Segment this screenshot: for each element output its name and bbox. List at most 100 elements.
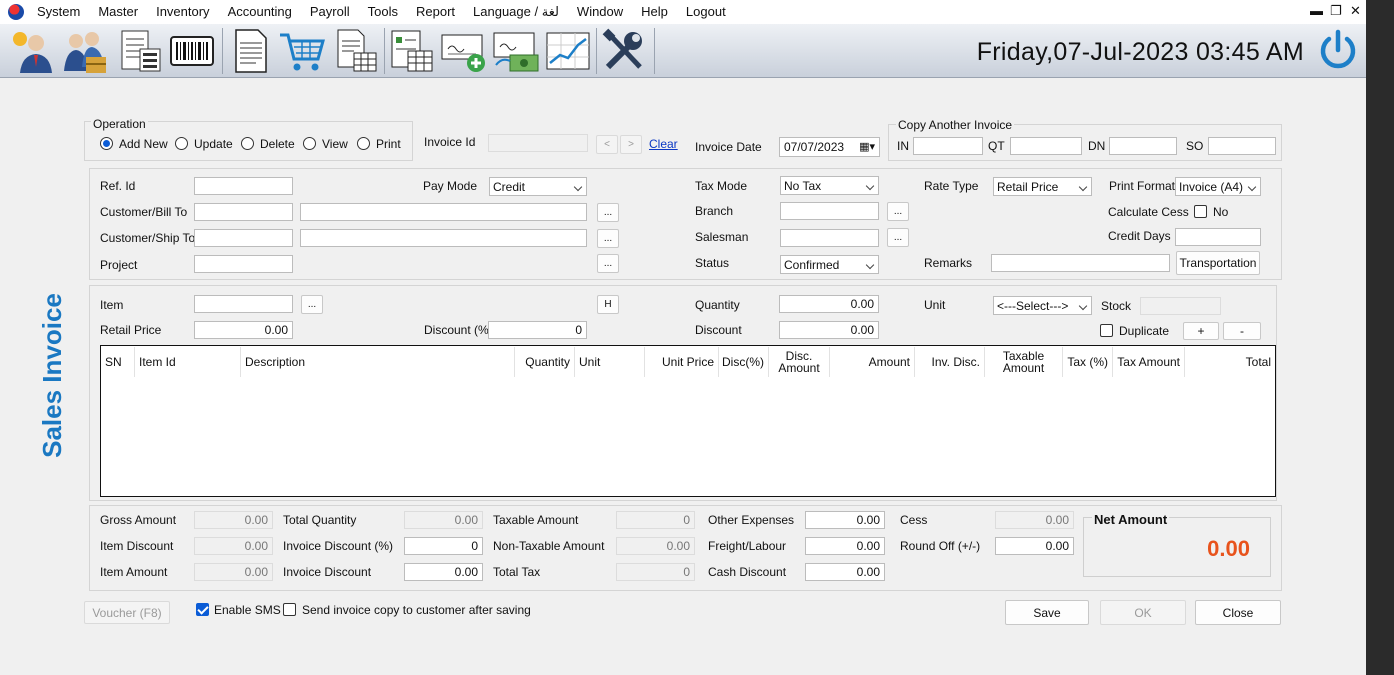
status-select[interactable]: Confirmed	[780, 255, 879, 274]
customer-bill-id-field[interactable]	[194, 203, 293, 221]
unit-select[interactable]: <---Select--->	[993, 296, 1092, 315]
col-tax-amount[interactable]: Tax Amount	[1113, 347, 1185, 377]
customer-bill-lookup-button[interactable]: ...	[597, 203, 619, 222]
quantity-field[interactable]: 0.00	[779, 295, 879, 313]
col-tax-pct[interactable]: Tax (%)	[1063, 347, 1113, 377]
menu-language[interactable]: Language / لغة	[464, 0, 568, 24]
customer-ship-name-field[interactable]	[300, 229, 587, 247]
calculate-cess-checkbox[interactable]	[1194, 205, 1207, 218]
next-invoice-button[interactable]: >	[620, 135, 642, 154]
pay-mode-select[interactable]: Credit	[489, 177, 587, 196]
invoice-discount-field[interactable]: 0.00	[404, 563, 483, 581]
radio-delete[interactable]	[241, 137, 254, 150]
menu-logout[interactable]: Logout	[677, 0, 735, 24]
menu-inventory[interactable]: Inventory	[147, 0, 218, 24]
voucher-button[interactable]: Voucher (F8)	[84, 601, 170, 624]
menu-master[interactable]: Master	[89, 0, 147, 24]
menu-window[interactable]: Window	[568, 0, 632, 24]
supplier-icon[interactable]	[62, 27, 110, 75]
menu-accounting[interactable]: Accounting	[219, 0, 301, 24]
round-off-field[interactable]: 0.00	[995, 537, 1074, 555]
copy-in-field[interactable]	[913, 137, 983, 155]
project-field[interactable]	[194, 255, 293, 273]
menu-report[interactable]: Report	[407, 0, 464, 24]
remove-row-button[interactable]: -	[1223, 322, 1261, 340]
customer-bill-name-field[interactable]	[300, 203, 587, 221]
invoice-discount-pct-field[interactable]: 0	[404, 537, 483, 555]
menu-tools[interactable]: Tools	[359, 0, 407, 24]
tax-mode-select[interactable]: No Tax	[780, 176, 879, 195]
app-logo-icon[interactable]	[8, 4, 24, 20]
copy-qt-field[interactable]	[1010, 137, 1082, 155]
product-list-icon[interactable]	[116, 27, 164, 75]
radio-view[interactable]	[303, 137, 316, 150]
items-grid[interactable]: SN Item Id Description Quantity Unit Uni…	[100, 345, 1276, 497]
col-disc-amount[interactable]: Disc. Amount	[769, 347, 830, 377]
col-amount[interactable]: Amount	[830, 347, 915, 377]
customer-ship-id-field[interactable]	[194, 229, 293, 247]
transportation-button[interactable]: Transportation	[1176, 251, 1260, 275]
menu-payroll[interactable]: Payroll	[301, 0, 359, 24]
enable-sms-checkbox[interactable]	[196, 603, 209, 616]
prev-invoice-button[interactable]: <	[596, 135, 618, 154]
col-inv-disc[interactable]: Inv. Disc.	[915, 347, 985, 377]
radio-update[interactable]	[175, 137, 188, 150]
power-icon[interactable]	[1316, 28, 1360, 72]
ref-id-field[interactable]	[194, 177, 293, 195]
close-icon[interactable]: ✕	[1350, 3, 1361, 19]
menu-system[interactable]: System	[28, 0, 89, 24]
cash-discount-field[interactable]: 0.00	[805, 563, 885, 581]
remarks-field[interactable]	[991, 254, 1170, 272]
cheque-add-icon[interactable]	[440, 27, 488, 75]
col-item-id[interactable]: Item Id	[135, 347, 241, 377]
duplicate-checkbox[interactable]	[1100, 324, 1113, 337]
radio-add-new[interactable]	[100, 137, 113, 150]
copy-so-field[interactable]	[1208, 137, 1276, 155]
item-field[interactable]	[194, 295, 293, 313]
freight-labour-field[interactable]: 0.00	[805, 537, 885, 555]
branch-lookup-button[interactable]: ...	[887, 202, 909, 221]
h-button[interactable]: H	[597, 295, 619, 314]
col-unit-price[interactable]: Unit Price	[645, 347, 719, 377]
branch-field[interactable]	[780, 202, 879, 220]
clear-link[interactable]: Clear	[649, 137, 678, 151]
invoice-id-field[interactable]	[488, 134, 588, 152]
col-description[interactable]: Description	[241, 347, 515, 377]
discount-field[interactable]: 0.00	[779, 321, 879, 339]
invoice-date-field[interactable]: 07/07/2023 ▦▾	[779, 137, 880, 157]
col-quantity[interactable]: Quantity	[515, 347, 575, 377]
credit-days-field[interactable]	[1175, 228, 1261, 246]
calendar-icon[interactable]: ▦▾	[859, 140, 875, 153]
discount-pct-field[interactable]: 0	[488, 321, 587, 339]
tools-icon[interactable]	[600, 27, 648, 75]
close-button[interactable]: Close	[1195, 600, 1281, 625]
col-sn[interactable]: SN	[101, 347, 135, 377]
minimize-icon[interactable]: ▬	[1310, 3, 1323, 18]
item-lookup-button[interactable]: ...	[301, 295, 323, 314]
invoice-table-icon[interactable]	[332, 27, 380, 75]
col-disc-pct[interactable]: Disc(%)	[719, 347, 769, 377]
retail-price-field[interactable]: 0.00	[194, 321, 293, 339]
report-table-icon[interactable]	[388, 27, 436, 75]
salesman-field[interactable]	[780, 229, 879, 247]
col-taxable-amount[interactable]: Taxable Amount	[985, 347, 1063, 377]
menu-help[interactable]: Help	[632, 0, 677, 24]
radio-print[interactable]	[357, 137, 370, 150]
project-lookup-button[interactable]: ...	[597, 254, 619, 273]
other-expenses-field[interactable]: 0.00	[805, 511, 885, 529]
customer-ship-lookup-button[interactable]: ...	[597, 229, 619, 248]
ok-button[interactable]: OK	[1100, 600, 1186, 625]
send-copy-checkbox[interactable]	[283, 603, 296, 616]
col-total[interactable]: Total	[1185, 347, 1275, 377]
col-unit[interactable]: Unit	[575, 347, 645, 377]
barcode-icon[interactable]	[168, 27, 216, 75]
restore-icon[interactable]: ❐	[1330, 3, 1342, 19]
customer-icon[interactable]	[8, 27, 56, 75]
save-button[interactable]: Save	[1005, 600, 1089, 625]
document-icon[interactable]	[226, 27, 274, 75]
trend-chart-icon[interactable]	[544, 27, 592, 75]
add-row-button[interactable]: +	[1183, 322, 1219, 340]
copy-dn-field[interactable]	[1109, 137, 1177, 155]
cart-icon[interactable]	[278, 27, 326, 75]
rate-type-select[interactable]: Retail Price	[993, 177, 1092, 196]
